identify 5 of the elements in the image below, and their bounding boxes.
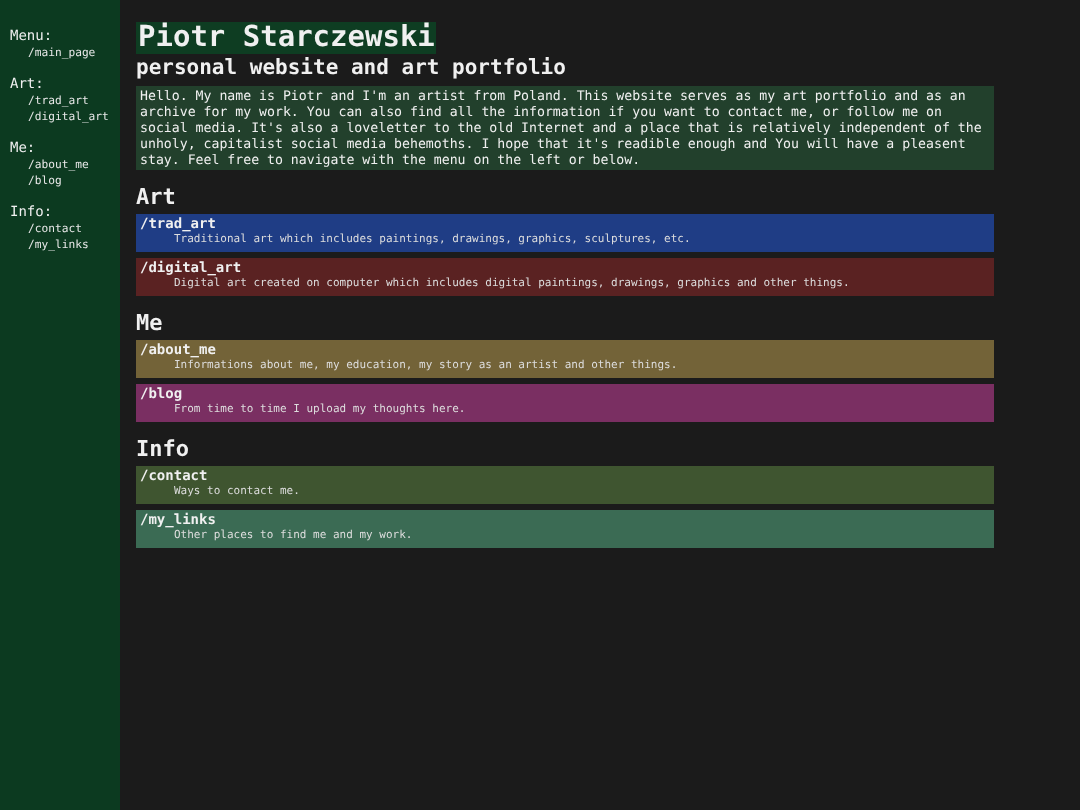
page-subtitle: personal website and art portfolio <box>136 56 568 82</box>
page-title: Piotr Starczewski <box>136 22 437 54</box>
section-heading: Art <box>136 186 178 210</box>
section-heading: Info <box>136 438 191 462</box>
section-heading: Me <box>136 312 165 336</box>
